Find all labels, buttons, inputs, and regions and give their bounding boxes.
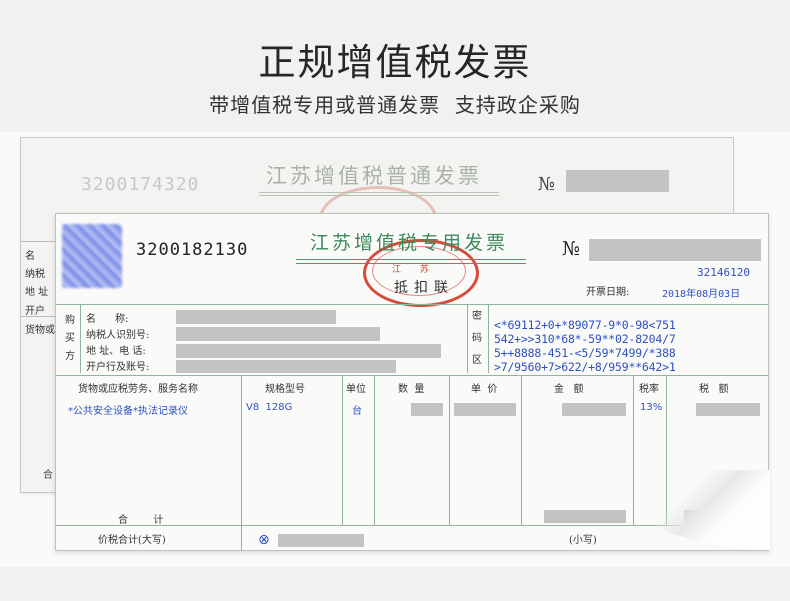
grid-words-divider [241, 525, 242, 551]
total-in-words-redaction [278, 534, 364, 547]
back-label-bank: 开户 [25, 306, 45, 317]
back-label-address: 地 址 [25, 287, 49, 298]
cipher-side-label-2: 码 [472, 333, 482, 344]
cipher-line-4: >7/9560+7>622/+8/959**642>1 [494, 360, 676, 374]
cipher-side-label-1: 密 [472, 311, 482, 322]
back-number-sign: № [538, 174, 556, 195]
grid-col-line-5 [521, 375, 522, 525]
circled-cross-icon: ⊗ [258, 532, 270, 548]
cipher-line-1: <*69112+0+*89077-9*0-98<751 [494, 318, 676, 332]
buyer-name-redaction [176, 310, 336, 324]
buyer-taxid-redaction [176, 327, 380, 341]
back-title-underline [259, 192, 499, 196]
grid-col-line-3 [374, 375, 375, 525]
invoice-number-redaction [589, 239, 761, 261]
col-header-unit: 单位 [346, 384, 366, 395]
col-header-tax: 税 额 [699, 384, 729, 395]
col-header-amount: 金 额 [554, 384, 584, 395]
col-header-qty: 数 量 [398, 384, 425, 395]
grid-col-line-2 [342, 375, 343, 525]
back-invoice-title: 江苏增值税普通发票 [266, 164, 482, 188]
grid-line-header-top [56, 375, 768, 376]
buyer-address-label: 地 址、电 话: [86, 346, 146, 357]
issue-date: 2018年08月03日 [662, 289, 741, 300]
total-label: 合 计 [118, 515, 164, 526]
issue-date-label: 开票日期: [586, 287, 630, 298]
back-invoice-number: 3200174320 [81, 174, 200, 195]
in-figures-label: (小写) [569, 535, 597, 546]
col-header-taxrate: 税率 [639, 384, 659, 395]
item-tax-redaction [696, 403, 760, 416]
invoice-title: 江苏增值税专用发票 [310, 232, 509, 254]
item-price-redaction [454, 403, 516, 416]
total-in-words-label: 价税合计(大写) [98, 535, 166, 546]
page-header: 正规增值税发票 带增值税专用或普通发票 支持政企采购 [0, 0, 790, 132]
buyer-side-label-2: 买 [65, 333, 75, 344]
item-amount-redaction [562, 403, 626, 416]
invoice-copy-name: 抵扣联 [394, 280, 454, 296]
total-amount-redaction [544, 510, 626, 523]
invoice-number-sign: № [562, 238, 580, 260]
cipher-side-label-3: 区 [472, 355, 482, 366]
col-header-spec: 规格型号 [265, 384, 305, 395]
page-subtitle: 带增值税专用或普通发票 支持政企采购 [209, 93, 581, 117]
buyer-taxid-label: 纳税人识别号: [86, 330, 150, 341]
qr-code-icon [62, 224, 122, 288]
item-unit: 台 [352, 406, 362, 417]
col-header-price: 单 价 [471, 384, 498, 395]
buyer-bank-redaction [176, 360, 396, 373]
invoice-title-underline [296, 259, 526, 264]
item-name: *公共安全设备*执法记录仪 [68, 406, 188, 417]
back-number-redaction [566, 170, 669, 192]
invoice-number: 3200182130 [136, 240, 249, 260]
page-title: 正规增值税发票 [258, 41, 532, 84]
back-label-goods: 货物或 [25, 325, 55, 336]
item-taxrate: 13% [640, 402, 663, 413]
col-header-name: 货物或应税劳务、服务名称 [78, 384, 198, 395]
grid-col-line-1 [241, 375, 242, 525]
buyer-side-label-1: 购 [65, 315, 75, 326]
buyer-name-label: 名 称: [86, 314, 129, 325]
back-label-name: 名 [25, 251, 35, 262]
grid-col-line-4 [449, 375, 450, 525]
back-label-tax: 纳税 [25, 269, 45, 280]
invoice-code: 32146120 [697, 266, 750, 279]
back-sum-label: 合 [43, 470, 53, 481]
buyer-bank-label: 开户行及账号: [86, 362, 150, 373]
cipher-line-2: 542+>>310*68*-59**02-8204/7 [494, 332, 676, 346]
buyer-side-label-3: 方 [65, 351, 75, 362]
item-qty-redaction [411, 403, 443, 416]
buyer-address-redaction [176, 344, 441, 358]
item-spec: V8 128G [246, 402, 293, 413]
cipher-line-3: 5++8888-451-<5/59*7499/*388 [494, 346, 676, 360]
